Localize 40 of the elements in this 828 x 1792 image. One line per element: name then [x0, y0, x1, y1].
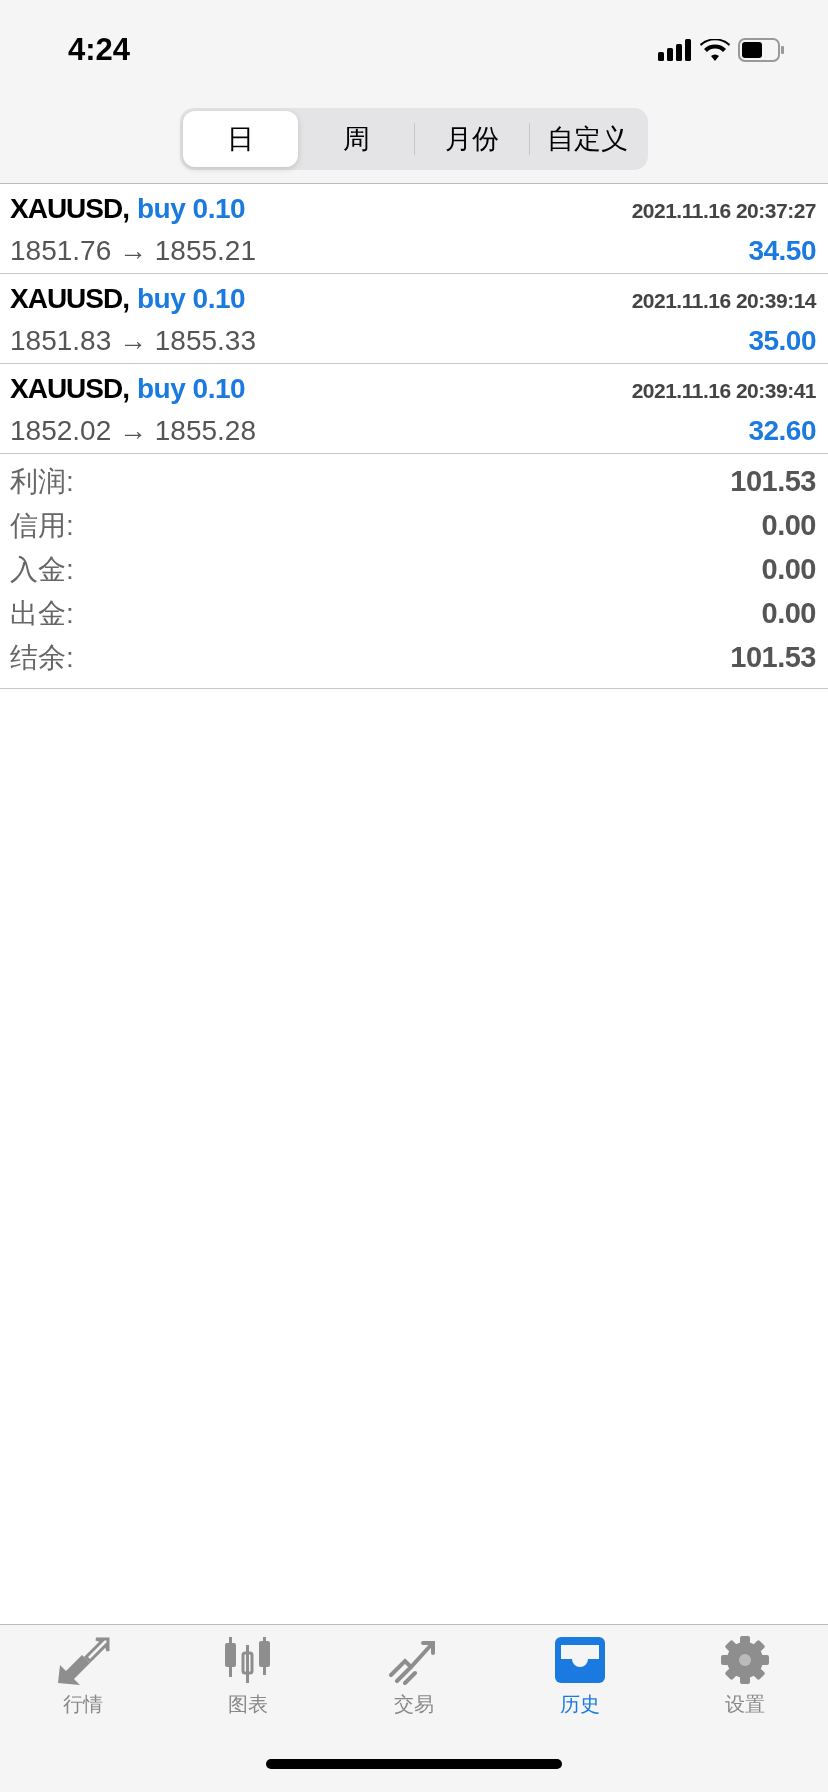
symbol-text: XAUUSD, — [10, 372, 129, 406]
order-text: buy 0.10 — [137, 282, 246, 316]
arrows-icon — [55, 1635, 110, 1685]
profit-value: 32.60 — [748, 414, 816, 448]
summary-label: 出金: — [10, 597, 74, 631]
summary-value: 0.00 — [761, 552, 816, 588]
trade-time: 2021.11.16 20:39:14 — [631, 288, 816, 314]
symbol-text: XAUUSD, — [10, 192, 129, 226]
tab-bar-item[interactable]: 设置 — [690, 1635, 801, 1719]
period-tab[interactable]: 月份 — [414, 111, 530, 167]
summary-label: 结余: — [10, 641, 74, 675]
signal-icon — [658, 39, 692, 61]
price-text: 1852.02 → 1855.28 — [10, 414, 256, 448]
symbol-text: XAUUSD, — [10, 282, 129, 316]
tab-bar-item[interactable]: 交易 — [359, 1635, 469, 1719]
wifi-icon — [700, 39, 730, 61]
order-text: buy 0.10 — [137, 192, 246, 226]
summary-value: 101.53 — [730, 464, 816, 500]
status-time: 4:24 — [68, 30, 131, 69]
profit-value: 35.00 — [748, 324, 816, 358]
summary-value: 101.53 — [730, 640, 816, 676]
summary-label: 信用: — [10, 509, 74, 543]
summary-label: 利润: — [10, 465, 74, 499]
period-tab[interactable]: 日 — [183, 111, 298, 167]
summary-label: 入金: — [10, 553, 74, 587]
tab-bar-item[interactable]: 行情 — [27, 1635, 138, 1719]
price-text: 1851.76 → 1855.21 — [10, 234, 256, 268]
trade-time: 2021.11.16 20:37:27 — [631, 198, 816, 224]
tab-bar-item[interactable]: 图表 — [193, 1635, 304, 1719]
period-tab[interactable]: 自定义 — [530, 111, 645, 167]
summary-value: 0.00 — [761, 596, 816, 632]
profit-value: 34.50 — [748, 234, 816, 268]
price-text: 1851.83 → 1855.33 — [10, 324, 256, 358]
battery-icon — [738, 38, 784, 62]
trade-time: 2021.11.16 20:39:41 — [631, 378, 816, 404]
period-tab[interactable]: 周 — [298, 111, 414, 167]
order-text: buy 0.10 — [137, 372, 246, 406]
summary-value: 0.00 — [761, 508, 816, 544]
tab-bar-item[interactable]: 历史 — [524, 1635, 635, 1719]
inbox-icon — [552, 1635, 607, 1685]
